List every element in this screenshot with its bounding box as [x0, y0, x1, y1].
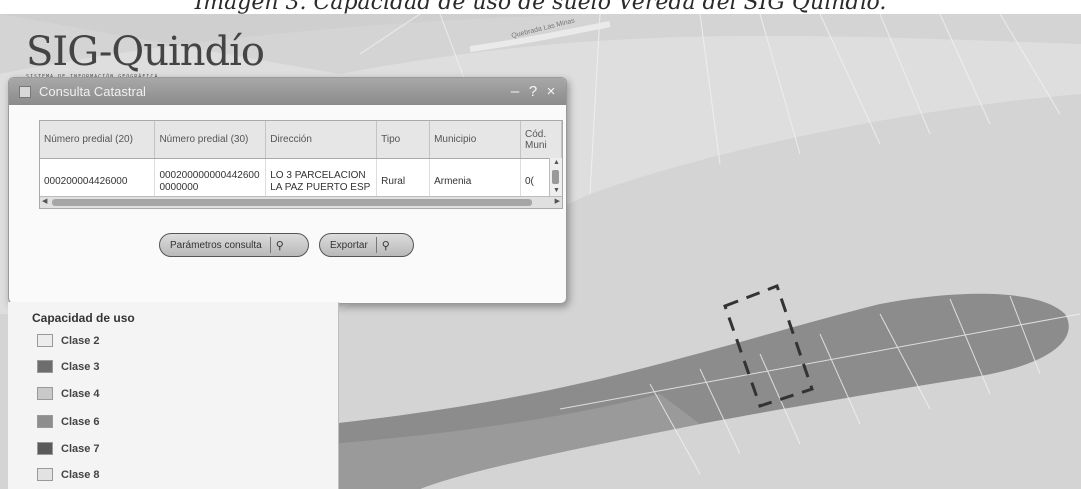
- logo-text: SIG-Quindío: [26, 29, 265, 75]
- legend-swatch: [37, 442, 53, 455]
- dialog-titlebar[interactable]: Consulta Catastral – ? ×: [9, 78, 566, 105]
- scroll-up-icon[interactable]: ▲: [553, 159, 560, 167]
- dialog-title: Consulta Catastral: [39, 84, 146, 99]
- col-header-municipio[interactable]: Municipio: [429, 121, 521, 159]
- legend-label: Clase 2: [61, 334, 100, 347]
- scroll-down-icon[interactable]: ▼: [553, 187, 560, 195]
- vertical-scrollbar[interactable]: ▲ ▼: [549, 158, 562, 196]
- horizontal-scrollbar[interactable]: ◀ ▶: [40, 196, 562, 208]
- legend-label: Clase 6: [61, 415, 100, 428]
- results-grid: Número predial (20) Número predial (30) …: [39, 120, 563, 209]
- col-header-predial30[interactable]: Número predial (30): [154, 121, 267, 159]
- window-icon: [19, 85, 31, 98]
- horizontal-scroll-thumb[interactable]: [52, 199, 532, 206]
- legend-item: Clase 3: [37, 360, 100, 373]
- col-header-tipo[interactable]: Tipo: [376, 121, 431, 159]
- figure-caption: Imagen 3. Capacidad de uso de suelo Vere…: [194, 0, 887, 14]
- legend-title: Capacidad de uso: [32, 311, 135, 325]
- legend-item: Clase 4: [37, 387, 100, 400]
- query-parameters-label: Parámetros consulta: [170, 239, 262, 251]
- legend-label: Clase 7: [61, 442, 100, 455]
- col-header-direccion[interactable]: Dirección: [265, 121, 378, 159]
- legend-label: Clase 8: [61, 468, 100, 481]
- search-icon: ⚲: [269, 237, 289, 253]
- col-header-cod[interactable]: Cód. Muni: [520, 121, 562, 159]
- legend-panel: Capacidad de uso Clase 2 Clase 3 Clase 4…: [8, 302, 339, 489]
- minimize-button[interactable]: –: [506, 83, 524, 100]
- search-icon: ⚲: [375, 237, 395, 253]
- legend-swatch: [37, 415, 53, 428]
- legend-label: Clase 3: [61, 360, 100, 373]
- export-button[interactable]: Exportar ⚲: [319, 233, 414, 257]
- legend-item: Clase 6: [37, 415, 100, 428]
- legend-swatch: [37, 387, 53, 400]
- legend-swatch: [37, 468, 53, 481]
- legend-item: Clase 2: [37, 334, 100, 347]
- legend-swatch: [37, 334, 53, 347]
- legend-item: Clase 7: [37, 442, 100, 455]
- help-button[interactable]: ?: [524, 83, 542, 100]
- col-header-predial20[interactable]: Número predial (20): [40, 121, 156, 159]
- legend-swatch: [37, 360, 53, 373]
- export-label: Exportar: [330, 239, 368, 251]
- scroll-left-icon[interactable]: ◀: [42, 198, 47, 206]
- app-logo: SIG-Quindío SISTEMA DE INFORMACIÓN GEOGR…: [26, 29, 265, 80]
- cadastral-query-dialog: Consulta Catastral – ? × Número predial …: [8, 77, 567, 304]
- legend-item: Clase 8: [37, 468, 100, 481]
- legend-label: Clase 4: [61, 387, 100, 400]
- query-parameters-button[interactable]: Parámetros consulta ⚲: [159, 233, 309, 257]
- scroll-right-icon[interactable]: ▶: [555, 198, 560, 206]
- vertical-scroll-thumb[interactable]: [552, 170, 559, 184]
- close-button[interactable]: ×: [542, 83, 560, 100]
